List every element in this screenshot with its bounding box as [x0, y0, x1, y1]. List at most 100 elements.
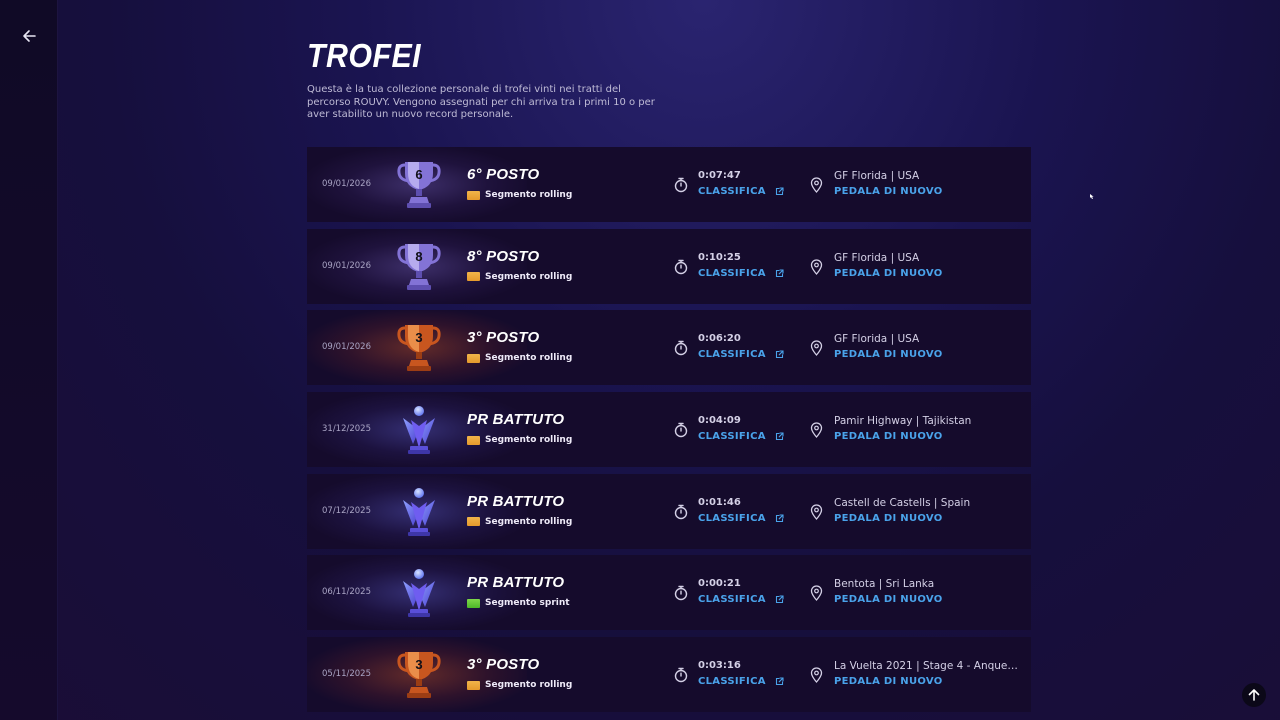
external-link-icon [775, 269, 784, 277]
leaderboard-link[interactable]: CLASSIFICA [698, 431, 784, 442]
leaderboard-link[interactable]: CLASSIFICA [698, 676, 784, 687]
pr-trophy-icon [395, 486, 443, 538]
svg-text:6: 6 [415, 167, 422, 182]
location-pin-icon [810, 504, 823, 520]
location-pin-icon [810, 340, 823, 357]
location-pin-icon [810, 667, 823, 684]
trophy-date: 09/01/2026 [322, 342, 371, 353]
location-pin-icon [810, 259, 823, 275]
pr-trophy-icon [395, 404, 443, 456]
leaderboard-link[interactable]: CLASSIFICA [698, 268, 784, 279]
sidebar [0, 0, 58, 720]
bronze-cup-trophy-icon: 3 [395, 649, 443, 701]
location-pin-icon [810, 422, 823, 439]
external-link-icon [775, 677, 784, 686]
ride-again-link[interactable]: PEDALA DI NUOVO [834, 676, 943, 687]
external-link-icon [775, 514, 784, 522]
trophy-rank: PR BATTUTO [467, 411, 565, 429]
leaderboard-link[interactable]: CLASSIFICA [698, 186, 784, 197]
sprint-segment-icon [467, 598, 480, 608]
svg-text:3: 3 [415, 330, 422, 345]
segment-label: Segmento sprint [485, 598, 570, 609]
leaderboard-link[interactable]: CLASSIFICA [698, 594, 784, 605]
ride-again-link[interactable]: PEDALA DI NUOVO [834, 268, 943, 279]
segment-badge: Segmento sprint [467, 598, 570, 608]
route-location: Pamir Highway | Tajikistan [834, 415, 972, 428]
leaderboard-link[interactable]: CLASSIFICA [698, 513, 784, 524]
mouse-cursor-icon [1090, 194, 1094, 199]
page-description: Questa è la tua collezione personale di … [307, 84, 655, 120]
scroll-top-button[interactable] [1242, 683, 1266, 707]
svg-text:3: 3 [415, 657, 422, 672]
leaderboard-label: CLASSIFICA [698, 431, 766, 443]
segment-badge: Segmento rolling [467, 353, 572, 363]
trophy-time: 0:00:21 [698, 578, 741, 590]
stopwatch-icon [674, 259, 688, 274]
trophy-date: 07/12/2025 [322, 505, 371, 516]
route-location: GF Florida | USA [834, 170, 920, 182]
leaderboard-label: CLASSIFICA [698, 676, 766, 688]
segment-label: Segmento rolling [485, 190, 573, 200]
external-link-icon [775, 432, 784, 441]
trophy-rank: 3° POSTO [467, 656, 540, 674]
leaderboard-label: CLASSIFICA [698, 594, 766, 606]
stopwatch-icon [674, 422, 688, 438]
trophy-time: 0:03:16 [698, 660, 741, 672]
rolling-segment-icon [467, 190, 480, 200]
silver-cup-trophy-icon: 6 [395, 159, 443, 211]
rolling-segment-icon [467, 680, 480, 690]
rolling-segment-icon [467, 353, 480, 363]
trophy-time: 0:01:46 [698, 496, 741, 508]
rolling-segment-icon [467, 517, 480, 527]
leaderboard-label: CLASSIFICA [698, 349, 766, 361]
leaderboard-label: CLASSIFICA [698, 267, 766, 279]
leaderboard-label: CLASSIFICA [698, 186, 766, 197]
stopwatch-icon [674, 667, 688, 683]
leaderboard-label: CLASSIFICA [698, 512, 766, 524]
trophy-row: 09/01/2026 8 8° POSTO Segmento rolling 0… [307, 228, 1031, 304]
trophy-rank: PR BATTUTO [467, 492, 565, 510]
segment-badge: Segmento rolling [467, 517, 572, 527]
route-location: GF Florida | USA [834, 251, 920, 264]
location-pin-icon [810, 585, 823, 602]
location-pin-icon [810, 177, 823, 193]
stopwatch-icon [674, 177, 688, 193]
segment-label: Segmento rolling [485, 353, 573, 364]
page-header: TROFEI Questa è la tua collezione person… [307, 36, 1031, 122]
svg-text:8: 8 [415, 249, 422, 264]
segment-label: Segmento rolling [485, 271, 573, 282]
segment-badge: Segmento rolling [467, 680, 572, 690]
ride-again-link[interactable]: PEDALA DI NUOVO [834, 349, 943, 360]
leaderboard-link[interactable]: CLASSIFICA [698, 349, 784, 360]
route-location: GF Florida | USA [834, 333, 920, 346]
ride-again-link[interactable]: PEDALA DI NUOVO [834, 186, 943, 197]
segment-label: Segmento rolling [485, 516, 573, 527]
trophy-row: 09/01/2026 6 6° POSTO Segmento rolling 0… [307, 147, 1031, 222]
segment-badge: Segmento rolling [467, 272, 572, 282]
trophy-rank: 8° POSTO [467, 247, 540, 265]
stopwatch-icon [674, 504, 688, 519]
external-link-icon [775, 187, 784, 196]
route-location: Bentota | Sri Lanka [834, 578, 935, 591]
ride-again-link[interactable]: PEDALA DI NUOVO [834, 513, 943, 524]
trophy-date: 31/12/2025 [322, 424, 371, 435]
back-button[interactable] [18, 25, 40, 47]
route-location: Castell de Castells | Spain [834, 496, 971, 509]
trophy-list: 09/01/2026 6 6° POSTO Segmento rolling 0… [307, 147, 1031, 719]
silver-cup-trophy-icon: 8 [395, 241, 443, 293]
route-location: La Vuelta 2021 | Stage 4 - Anquel... [834, 660, 1019, 673]
rolling-segment-icon [467, 435, 480, 445]
trophy-time: 0:04:09 [698, 415, 741, 427]
trophy-date: 05/11/2025 [322, 669, 371, 680]
trophy-time: 0:07:47 [698, 170, 741, 181]
trophy-row: 07/12/2025 PR BATTUTO Segmento rolling 0… [307, 473, 1031, 549]
segment-label: Segmento rolling [485, 435, 573, 446]
trophy-row: 31/12/2025 PR BATTUTO Segmento rolling 0… [307, 392, 1031, 468]
trophy-row: 09/01/2026 3 3° POSTO Segmento rolling 0… [307, 310, 1031, 386]
trophy-rank: 3° POSTO [467, 329, 540, 347]
ride-again-link[interactable]: PEDALA DI NUOVO [834, 594, 943, 605]
stopwatch-icon [674, 586, 688, 601]
trophy-time: 0:10:25 [698, 251, 741, 263]
ride-again-link[interactable]: PEDALA DI NUOVO [834, 431, 943, 442]
segment-label: Segmento rolling [485, 680, 573, 691]
